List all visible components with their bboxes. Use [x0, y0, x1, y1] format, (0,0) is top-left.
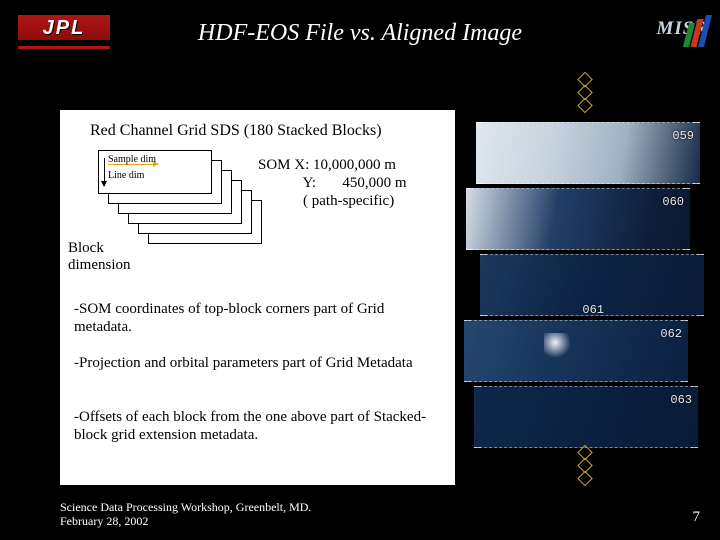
line-dim-label: Line dim: [108, 170, 144, 181]
sample-dim-label: Sample dim: [108, 154, 156, 165]
slide-header: JPL HDF-EOS File vs. Aligned Image MISR: [0, 10, 720, 65]
content-panel: Red Channel Grid SDS (180 Stacked Blocks…: [60, 110, 455, 485]
som-coordinates: SOM X: 10,000,000 m Y: 450,000 m ( path-…: [258, 156, 406, 210]
note-som-coordinates: -SOM coordinates of top-block corners pa…: [74, 300, 444, 336]
block-label: 063: [670, 393, 692, 407]
slide-title: HDF-EOS File vs. Aligned Image: [120, 20, 600, 47]
note-block-offsets: -Offsets of each block from the one abov…: [74, 408, 444, 444]
slide-footer: Science Data Processing Workshop, Greenb…: [60, 500, 311, 528]
footer-date: February 28, 2002: [60, 514, 311, 528]
slide-number: 7: [693, 509, 701, 526]
block-label: 060: [662, 195, 684, 209]
jpl-logo: JPL: [18, 15, 110, 43]
block-dimension-label: Block dimension: [68, 240, 131, 274]
block-label: 061: [582, 303, 604, 317]
misr-logo-bars: [686, 15, 708, 49]
block-label: 062: [660, 327, 682, 341]
diamond-marker-bottom: [580, 447, 591, 484]
image-block-062: 062: [464, 320, 688, 382]
image-block-061: 061: [480, 254, 704, 316]
image-block-059: 059: [476, 122, 700, 184]
image-block-063: 063: [474, 386, 698, 448]
diamond-marker-top: [580, 74, 591, 111]
image-block-060: 060: [466, 188, 690, 250]
arrow-down-icon: [104, 158, 105, 186]
block-label: 059: [672, 129, 694, 143]
aligned-image-figure: 059 060 061 062 063: [460, 76, 710, 476]
red-channel-heading: Red Channel Grid SDS (180 Stacked Blocks…: [90, 122, 382, 140]
jpl-logo-underline: [18, 46, 110, 49]
note-projection-params: -Projection and orbital parameters part …: [74, 354, 444, 372]
footer-venue: Science Data Processing Workshop, Greenb…: [60, 500, 311, 514]
